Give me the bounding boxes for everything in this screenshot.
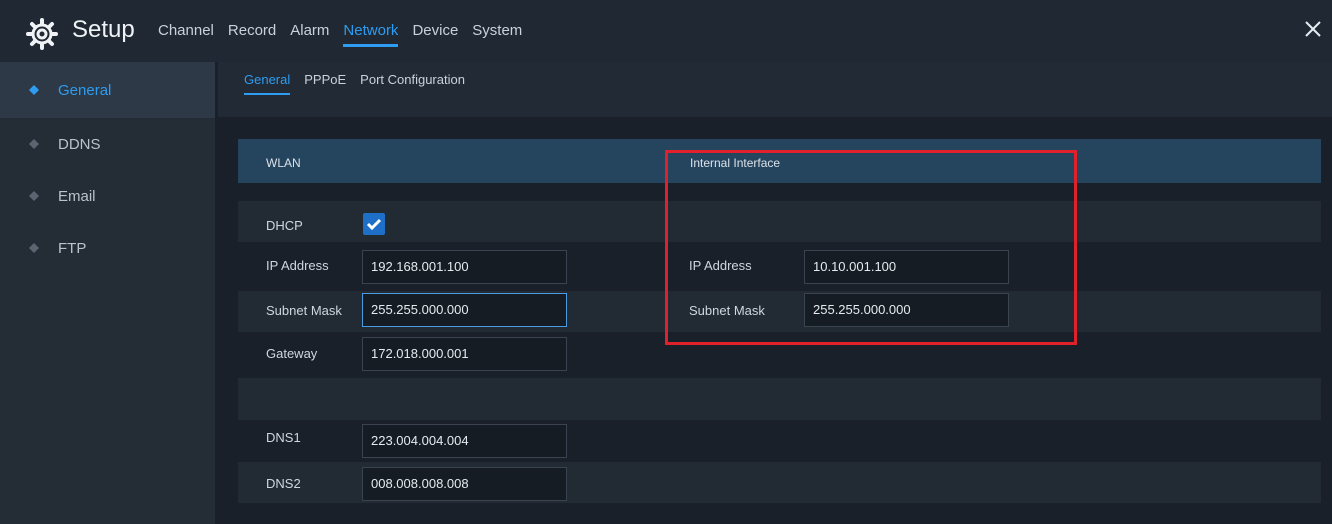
diamond-icon xyxy=(29,243,39,253)
sidebar-item-label: DDNS xyxy=(58,135,101,153)
sidebar-item-label: Email xyxy=(58,187,96,205)
spacer-row xyxy=(238,378,1321,420)
ip-label: IP Address xyxy=(266,258,329,273)
dns2-label: DNS2 xyxy=(266,476,301,491)
dns1-input[interactable]: 223.004.004.004 xyxy=(362,424,567,458)
wlan-section-label: WLAN xyxy=(266,156,301,170)
top-bar: Setup Channel Record Alarm Network Devic… xyxy=(0,0,1332,62)
nav-network[interactable]: Network xyxy=(343,22,399,47)
network-tabs: General PPPoE Port Configuration xyxy=(244,72,479,95)
highlight-box xyxy=(665,150,1077,345)
tab-port-configuration[interactable]: Port Configuration xyxy=(360,72,465,95)
ip-input[interactable]: 192.168.001.100 xyxy=(362,250,567,284)
gear-icon xyxy=(26,18,58,50)
sidebar-item-ddns[interactable]: DDNS xyxy=(0,118,215,170)
sidebar-item-label: General xyxy=(58,81,112,99)
subnet-label: Subnet Mask xyxy=(266,303,342,318)
nav-record[interactable]: Record xyxy=(228,22,276,47)
diamond-icon xyxy=(29,139,39,149)
sub-navigation: General PPPoE Port Configuration xyxy=(218,62,1332,117)
nav-channel[interactable]: Channel xyxy=(158,22,214,47)
dns2-input[interactable]: 008.008.008.008 xyxy=(362,467,567,501)
check-icon xyxy=(366,218,382,231)
sidebar-item-email[interactable]: Email xyxy=(0,170,215,222)
subnet-input[interactable]: 255.255.000.000 xyxy=(362,293,567,327)
top-navigation: Channel Record Alarm Network Device Syst… xyxy=(158,22,536,47)
diamond-icon xyxy=(29,85,39,95)
nav-device[interactable]: Device xyxy=(412,22,458,47)
dns1-label: DNS1 xyxy=(266,430,301,445)
gateway-input[interactable]: 172.018.000.001 xyxy=(362,337,567,371)
nav-system[interactable]: System xyxy=(472,22,522,47)
diamond-icon xyxy=(29,191,39,201)
nav-alarm[interactable]: Alarm xyxy=(290,22,329,47)
sidebar-item-general[interactable]: General xyxy=(0,62,215,118)
close-icon[interactable] xyxy=(1302,18,1324,40)
dhcp-label: DHCP xyxy=(266,218,303,233)
sidebar-item-ftp[interactable]: FTP xyxy=(0,222,215,274)
tab-pppoe[interactable]: PPPoE xyxy=(304,72,346,95)
gateway-label: Gateway xyxy=(266,346,318,361)
page-title: Setup xyxy=(72,16,135,43)
tab-general[interactable]: General xyxy=(244,72,291,95)
dhcp-checkbox[interactable] xyxy=(363,213,385,235)
sidebar-item-label: FTP xyxy=(58,239,87,257)
sidebar: General DDNS Email FTP xyxy=(0,62,215,524)
